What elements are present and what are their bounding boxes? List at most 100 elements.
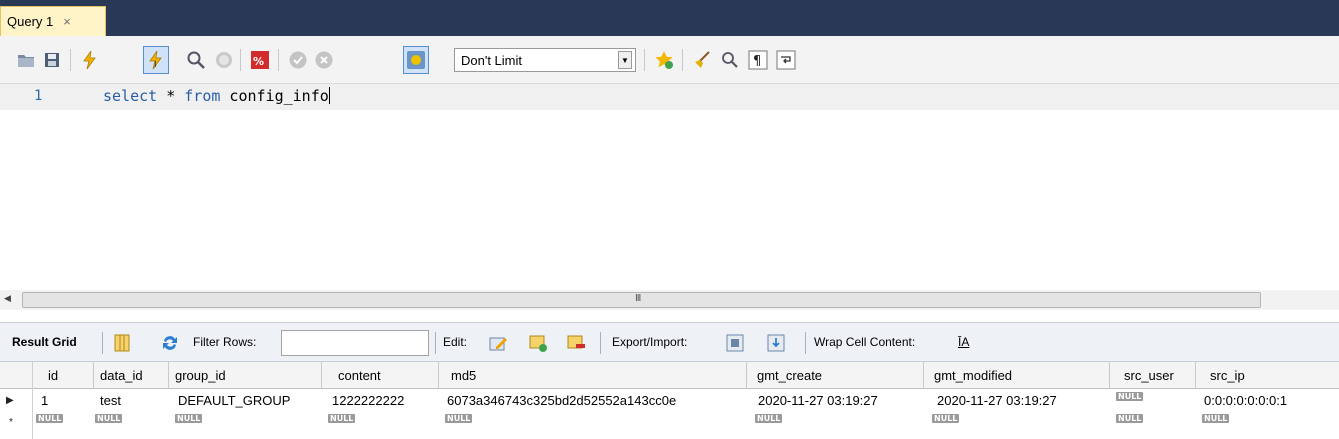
- toolbar-separator: [600, 332, 601, 354]
- cell-src-ip[interactable]: NULL: [1196, 412, 1230, 434]
- cell-gmt-create[interactable]: 2020-11-27 03:19:27: [752, 390, 878, 412]
- export-icon[interactable]: [725, 333, 745, 353]
- cell-content[interactable]: 1222222222: [326, 390, 404, 412]
- current-row-arrow-icon: ▶: [6, 395, 14, 406]
- column-header-md5[interactable]: md5: [439, 362, 747, 389]
- cell-id[interactable]: NULL: [30, 412, 64, 434]
- cell-gmt-create[interactable]: NULL: [749, 412, 783, 434]
- toolbar-separator: [682, 49, 683, 71]
- edit-row-icon[interactable]: [488, 333, 508, 353]
- sql-editor[interactable]: 1 select * from config_info: [0, 84, 1339, 288]
- word-wrap-icon[interactable]: [776, 50, 796, 70]
- null-badge: NULL: [1116, 414, 1144, 423]
- cell-group-id[interactable]: DEFAULT_GROUP: [172, 390, 290, 412]
- beautify-icon[interactable]: [692, 50, 712, 70]
- column-header-src-ip[interactable]: src_ip: [1196, 362, 1339, 389]
- cell-group-id[interactable]: NULL: [169, 412, 203, 434]
- sql-keyword-from: from: [184, 87, 221, 105]
- null-badge: NULL: [175, 414, 203, 423]
- cell-data-id[interactable]: test: [94, 390, 121, 412]
- delete-row-icon[interactable]: [566, 333, 586, 353]
- result-grid: id data_id group_id content md5 gmt_crea…: [0, 362, 1339, 439]
- text-caret: [328, 87, 330, 104]
- result-grid-label[interactable]: Result Grid: [12, 335, 77, 349]
- cell-content[interactable]: NULL: [322, 412, 356, 434]
- autocommit-icon[interactable]: [406, 50, 426, 70]
- import-icon[interactable]: [766, 333, 786, 353]
- add-snippet-icon[interactable]: [654, 50, 674, 70]
- null-badge: NULL: [932, 414, 960, 423]
- column-header-src-user[interactable]: src_user: [1110, 362, 1196, 389]
- scroll-left-icon[interactable]: ◀: [4, 293, 16, 307]
- chevron-down-icon[interactable]: ▼: [618, 51, 632, 69]
- cell-src-user[interactable]: NULL: [1110, 412, 1144, 434]
- close-icon[interactable]: ×: [63, 14, 71, 29]
- wrap-cell-content-label: Wrap Cell Content:: [814, 335, 916, 349]
- new-row-asterisk-icon: *: [9, 417, 13, 428]
- sql-text: *: [157, 87, 185, 105]
- toolbar-separator: [278, 49, 279, 71]
- execute-current-icon[interactable]: I: [146, 50, 166, 70]
- scrollbar-grip-icon: III: [635, 293, 641, 304]
- cell-src-user[interactable]: NULL: [1110, 390, 1144, 412]
- column-header-group-id[interactable]: group_id: [169, 362, 322, 389]
- result-toolbar: Result Grid Filter Rows: Edit: Export/Im…: [0, 322, 1339, 362]
- cell-src-ip[interactable]: 0:0:0:0:0:0:0:1: [1198, 390, 1287, 412]
- commit-icon[interactable]: [288, 50, 308, 70]
- column-header-id[interactable]: id: [33, 362, 94, 389]
- toggle-stop-on-error-icon[interactable]: %: [250, 50, 270, 70]
- cell-data-id[interactable]: NULL: [89, 412, 123, 434]
- explain-icon[interactable]: [186, 50, 206, 70]
- tab-label: Query 1: [7, 14, 54, 29]
- column-header-content[interactable]: content: [322, 362, 439, 389]
- refresh-icon[interactable]: [160, 333, 180, 353]
- column-header-gmt-create[interactable]: gmt_create: [747, 362, 924, 389]
- invisible-chars-icon[interactable]: ¶: [748, 50, 768, 70]
- edit-label: Edit:: [443, 335, 468, 349]
- null-badge: NULL: [36, 414, 64, 423]
- table-row-new[interactable]: * NULL NULL NULL NULL NULL NULL NULL NUL…: [0, 412, 1339, 434]
- toolbar-separator: [102, 332, 103, 354]
- grid-columns-icon[interactable]: [112, 333, 132, 353]
- add-row-icon[interactable]: [528, 333, 548, 353]
- null-badge: NULL: [95, 414, 123, 423]
- limit-rows-value: Don't Limit: [461, 52, 523, 68]
- svg-text:I: I: [154, 60, 157, 70]
- cell-md5[interactable]: 6073a346743c325bd2d52552a143cc0e: [441, 390, 676, 412]
- filter-rows-label: Filter Rows:: [193, 335, 257, 349]
- grid-header-row: id data_id group_id content md5 gmt_crea…: [0, 362, 1339, 389]
- cell-gmt-modified[interactable]: NULL: [926, 412, 960, 434]
- null-badge: NULL: [755, 414, 783, 423]
- toolbar-separator: [805, 332, 806, 354]
- toolbar-separator: [70, 49, 71, 71]
- stop-icon[interactable]: [214, 50, 234, 70]
- table-row[interactable]: ▶ 1 test DEFAULT_GROUP 1222222222 6073a3…: [0, 390, 1339, 412]
- cell-gmt-modified[interactable]: 2020-11-27 03:19:27: [931, 390, 1057, 412]
- save-icon[interactable]: [42, 50, 62, 70]
- null-badge: NULL: [1202, 414, 1230, 423]
- svg-text:%: %: [253, 55, 264, 68]
- null-badge: NULL: [328, 414, 356, 423]
- column-header-data-id[interactable]: data_id: [94, 362, 169, 389]
- limit-rows-select[interactable]: Don't Limit ▼: [454, 48, 636, 72]
- rollback-icon[interactable]: [314, 50, 334, 70]
- null-badge: NULL: [1116, 392, 1144, 401]
- wrap-cell-toggle-icon[interactable]: ĪA: [958, 335, 969, 349]
- sql-editor-toolbar: I % Don't Limit ▼ ¶: [0, 36, 1339, 84]
- column-header-gmt-modified[interactable]: gmt_modified: [924, 362, 1110, 389]
- editor-tab-bar: Query 1 ×: [0, 0, 1339, 36]
- toolbar-separator: [240, 49, 241, 71]
- editor-horizontal-scrollbar[interactable]: ◀ III: [0, 290, 1339, 310]
- open-folder-icon[interactable]: [16, 50, 36, 70]
- cell-id[interactable]: 1: [35, 390, 48, 412]
- find-icon[interactable]: [720, 50, 740, 70]
- execute-icon[interactable]: [80, 50, 100, 70]
- export-import-label: Export/Import:: [612, 335, 688, 349]
- scrollbar-thumb[interactable]: III: [22, 292, 1261, 308]
- tab-query-1[interactable]: Query 1 ×: [0, 6, 106, 36]
- toolbar-separator: [435, 332, 436, 354]
- sql-code-line[interactable]: select * from config_info: [103, 87, 330, 105]
- cell-md5[interactable]: NULL: [439, 412, 473, 434]
- filter-rows-input[interactable]: [281, 330, 429, 356]
- line-number: 1: [34, 88, 43, 104]
